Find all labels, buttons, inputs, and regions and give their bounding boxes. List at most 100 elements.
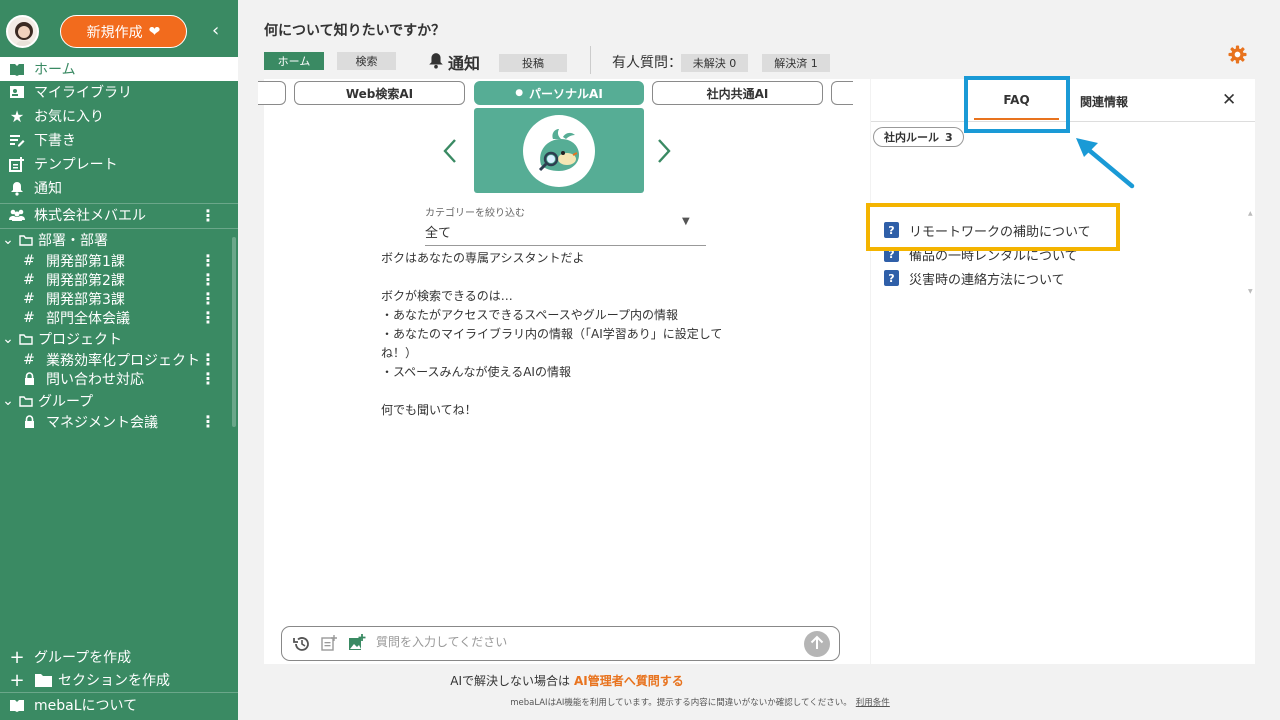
sidebar-item-library[interactable]: マイライブラリ	[0, 80, 238, 104]
create-section-button[interactable]: + セクションを作成	[0, 668, 238, 692]
sidebar-scrollbar[interactable]	[232, 237, 236, 427]
gear-icon[interactable]	[1228, 45, 1247, 68]
add-template-icon[interactable]	[321, 634, 339, 656]
collapse-sidebar-icon[interactable]: ‹	[212, 20, 219, 41]
section-departments[interactable]: ⌄ 部署・部署	[0, 229, 238, 251]
bell-icon	[6, 181, 28, 196]
escalation-note: AIで解決しない場合は AI管理者へ質問する	[264, 672, 870, 689]
sidebar-item-management[interactable]: マネジメント会議 ⋮	[0, 412, 238, 431]
add-image-icon[interactable]	[348, 634, 366, 656]
sidebar-item-dev2[interactable]: # 開発部第2課 ⋮	[0, 270, 238, 289]
assistant-message: ボクはあなたの専属アシスタントだよ ボクが検索できるのは… ・あなたがアクセスで…	[381, 251, 723, 417]
human-question-label: 有人質問：	[612, 55, 682, 71]
sidebar-item-templates[interactable]: テンプレート	[0, 152, 238, 176]
rule-filter-chip[interactable]: 社内ルール 3	[873, 127, 964, 147]
post-tab[interactable]: 投稿	[499, 54, 567, 72]
terms-link[interactable]: 利用条件	[856, 698, 890, 708]
sidebar-item-label: 下書き	[34, 133, 76, 149]
highlight-frame: ? リモートワークの補助について	[866, 203, 1120, 251]
section-groups[interactable]: ⌄ グループ	[0, 390, 238, 412]
create-group-button[interactable]: + グループを作成	[0, 645, 238, 669]
about-link[interactable]: mebaLについて	[0, 693, 238, 717]
ai-tab-web-search[interactable]: Web検索AI	[294, 81, 465, 105]
more-icon[interactable]: ⋮	[200, 270, 216, 289]
ai-tab-partial-right[interactable]	[831, 81, 853, 105]
sidebar-item-inquiries[interactable]: 問い合わせ対応 ⋮	[0, 369, 238, 388]
more-icon[interactable]: ⋮	[200, 369, 216, 388]
lock-icon	[18, 415, 40, 428]
question-input-box	[281, 626, 840, 661]
ai-tab-partial-left[interactable]	[258, 81, 286, 105]
folder-icon	[34, 673, 52, 687]
create-section-label: セクションを作成	[58, 673, 170, 689]
ai-tab-personal[interactable]: ● パーソナルAI	[474, 81, 644, 105]
new-create-label: 新規作成	[86, 24, 143, 41]
ask-admin-link[interactable]: AI管理者へ質問する	[574, 674, 684, 688]
ai-character-card	[474, 108, 644, 193]
faq-item[interactable]: ? 災害時の連絡方法について	[884, 268, 1065, 288]
divider	[590, 46, 591, 74]
ai-tab-label: パーソナルAI	[529, 86, 603, 101]
sidebar-item-dev3[interactable]: # 開発部第3課 ⋮	[0, 289, 238, 308]
search-tab[interactable]: 検索	[337, 52, 396, 70]
hash-icon: #	[23, 271, 35, 288]
channel-label: 部門全体会議	[46, 310, 130, 327]
group-icon	[6, 209, 28, 221]
section-label: 部署・部署	[38, 233, 108, 249]
unsolved-badge[interactable]: 未解決 0	[681, 54, 748, 72]
dropdown-arrow-icon[interactable]: ▼	[682, 216, 690, 227]
plus-icon: +	[9, 646, 25, 668]
section-label: グループ	[38, 394, 94, 410]
sidebar-company[interactable]: 株式会社メバエル ⋮	[0, 203, 238, 227]
sidebar-item-favorites[interactable]: ★ お気に入り	[0, 104, 238, 128]
history-icon[interactable]	[292, 634, 312, 658]
sidebar-item-efficiency[interactable]: # 業務効率化プロジェクト ⋮	[0, 350, 238, 369]
more-icon[interactable]: ⋮	[200, 251, 216, 270]
rule-chip-label: 社内ルール	[884, 131, 939, 144]
sidebar-item-label: 通知	[34, 181, 62, 197]
disclaimer-text: mebaLAIはAI機能を利用しています。提示する内容に間違いがないか確認してく…	[510, 698, 852, 708]
arrow-up-icon	[810, 635, 824, 654]
tab-related-info[interactable]: 関連情報	[1080, 93, 1128, 110]
channel-label: 開発部第2課	[46, 272, 125, 289]
section-projects[interactable]: ⌄ プロジェクト	[0, 328, 238, 350]
notify-tab[interactable]: 通知	[428, 50, 480, 74]
solved-badge[interactable]: 解決済 1	[762, 54, 830, 72]
more-icon[interactable]: ⋮	[200, 289, 216, 308]
sidebar-item-all-meeting[interactable]: # 部門全体会議 ⋮	[0, 308, 238, 327]
sidebar: 新規作成 ❤ ‹ ホーム マイライブラリ ★ お気に入り 下書き テンプレート …	[0, 0, 238, 720]
scroll-down-icon[interactable]: ▼	[1248, 288, 1253, 295]
home-tab[interactable]: ホーム	[264, 52, 324, 70]
ai-tab-shared[interactable]: 社内共通AI	[652, 81, 823, 105]
channel-label: マネジメント会議	[46, 414, 158, 431]
faq-item-label: 災害時の連絡方法について	[909, 272, 1065, 288]
section-label: プロジェクト	[38, 332, 122, 348]
sidebar-item-home[interactable]: ホーム	[0, 57, 238, 81]
about-label: mebaLについて	[34, 698, 138, 714]
sidebar-item-label: テンプレート	[34, 157, 118, 173]
scroll-up-icon[interactable]: ▲	[1248, 210, 1253, 217]
new-create-button[interactable]: 新規作成 ❤	[60, 15, 187, 48]
user-avatar[interactable]	[6, 15, 39, 48]
bell-icon	[428, 52, 444, 73]
category-select[interactable]: 全て	[425, 222, 451, 241]
library-icon	[6, 85, 28, 99]
question-input[interactable]	[376, 635, 786, 649]
sidebar-item-dev1[interactable]: # 開発部第1課 ⋮	[0, 251, 238, 270]
chevron-right-icon[interactable]	[656, 138, 672, 171]
sidebar-item-notifications[interactable]: 通知	[0, 176, 238, 200]
chevron-left-icon[interactable]	[442, 138, 458, 171]
chevron-down-icon: ⌄	[2, 393, 14, 409]
more-icon[interactable]: ⋮	[200, 308, 216, 327]
plus-icon: +	[9, 669, 25, 691]
star-icon: ★	[9, 106, 25, 126]
close-icon[interactable]: ✕	[1222, 90, 1236, 110]
send-button[interactable]	[804, 631, 830, 657]
more-icon[interactable]: ⋮	[200, 412, 216, 431]
faq-item-highlighted[interactable]: ? リモートワークの補助について	[884, 220, 1091, 240]
more-icon[interactable]: ⋮	[200, 350, 216, 369]
faq-item-label: リモートワークの補助について	[909, 224, 1091, 240]
sidebar-item-drafts[interactable]: 下書き	[0, 128, 238, 152]
more-icon[interactable]: ⋮	[200, 206, 216, 225]
disclaimer: mebaLAIはAI機能を利用しています。提示する内容に間違いがないか確認してく…	[264, 696, 1136, 708]
